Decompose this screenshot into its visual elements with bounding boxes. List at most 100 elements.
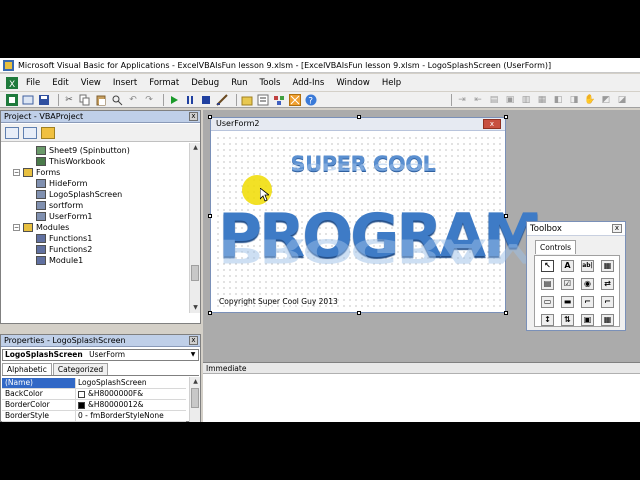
tabstrip-tool-icon[interactable]: ⌐ (581, 296, 594, 308)
property-value[interactable]: &H8000000F& (76, 389, 143, 399)
image-tool-icon[interactable]: ▣ (581, 314, 594, 326)
collapse-icon[interactable]: − (13, 224, 20, 231)
cut-icon[interactable]: ✂ (63, 94, 75, 106)
resize-handle[interactable] (357, 115, 361, 119)
menu-format[interactable]: Format (149, 78, 179, 88)
insert-userform-icon[interactable] (22, 94, 34, 106)
immediate-window[interactable]: Immediate (203, 362, 640, 422)
tree-node[interactable]: LogoSplashScreen (36, 189, 122, 200)
close-icon[interactable]: x (612, 224, 622, 233)
menu-window[interactable]: Window (336, 78, 370, 88)
run-icon[interactable] (168, 94, 180, 106)
resize-handle[interactable] (504, 214, 508, 218)
multipage-tool-icon[interactable]: ⌐ (601, 296, 614, 308)
comment-block-icon[interactable]: ▥ (520, 94, 532, 106)
toolbox-icon[interactable] (289, 93, 301, 106)
scroll-thumb[interactable] (191, 388, 199, 408)
tab-alphabetic[interactable]: Alphabetic (2, 363, 52, 375)
scroll-down-icon[interactable]: ▼ (190, 303, 201, 313)
togglebutton-tool-icon[interactable]: ⇄ (601, 278, 614, 290)
copyright-label[interactable]: Copyright Super Cool Guy 2013 (219, 297, 338, 306)
tab-controls[interactable]: Controls (535, 240, 577, 254)
textbox-tool-icon[interactable]: ab| (581, 260, 594, 272)
object-browser-icon[interactable] (273, 94, 285, 106)
userform-canvas[interactable]: SUPER COOL SUPER COOL PROGRAM PROGRAM Co… (215, 135, 543, 308)
resize-handle[interactable] (208, 311, 212, 315)
collapse-icon[interactable]: − (13, 169, 20, 176)
design-mode-icon[interactable] (216, 93, 228, 106)
quick-info-icon[interactable]: ▣ (504, 94, 516, 106)
menu-edit[interactable]: Edit (52, 78, 68, 88)
tree-node[interactable]: UserForm1 (36, 211, 92, 222)
resize-handle[interactable] (357, 311, 361, 315)
excel-menu-icon[interactable]: X (6, 76, 18, 89)
label-tool-icon[interactable]: A (561, 260, 574, 272)
property-value[interactable]: LogoSplashScreen (76, 378, 147, 388)
tree-node[interactable]: Functions1 (36, 233, 92, 244)
tree-node[interactable]: − Modules (13, 222, 69, 233)
toggle-folders-icon[interactable] (41, 126, 55, 139)
save-icon[interactable] (38, 94, 50, 106)
resize-handle[interactable] (504, 115, 508, 119)
select-objects-icon[interactable]: ↖ (541, 260, 554, 272)
close-icon[interactable]: x (483, 119, 501, 129)
uncomment-block-icon[interactable]: ▦ (536, 94, 548, 106)
scroll-up-icon[interactable]: ▲ (190, 143, 201, 153)
project-vertical-scrollbar[interactable]: ▲ ▼ (189, 143, 200, 313)
commandbutton-tool-icon[interactable]: ▬ (561, 296, 574, 308)
previous-bookmark-icon[interactable]: ◩ (600, 94, 612, 106)
property-row[interactable]: BackColor &H8000000F& (2, 389, 186, 400)
list-members-icon[interactable]: ▤ (488, 94, 500, 106)
tree-node[interactable]: Module1 (36, 255, 83, 266)
scroll-up-icon[interactable]: ▲ (190, 377, 201, 387)
optionbutton-tool-icon[interactable]: ◉ (581, 278, 594, 290)
scroll-thumb[interactable] (191, 265, 199, 281)
combobox-tool-icon[interactable]: ▦ (601, 260, 614, 272)
undo-icon[interactable]: ↶ (127, 94, 139, 106)
close-icon[interactable]: x (189, 336, 198, 345)
find-icon[interactable] (111, 94, 123, 106)
close-icon[interactable]: x (189, 112, 198, 121)
object-selector-dropdown[interactable]: LogoSplashScreen UserForm ▼ (2, 349, 199, 361)
property-row[interactable]: BorderColor &H80000012& (2, 400, 186, 411)
menu-view[interactable]: View (81, 78, 101, 88)
resize-handle[interactable] (208, 115, 212, 119)
tab-categorized[interactable]: Categorized (52, 363, 109, 375)
properties-vertical-scrollbar[interactable]: ▲ (189, 377, 200, 422)
view-code-icon[interactable] (5, 126, 19, 139)
menu-insert[interactable]: Insert (113, 78, 137, 88)
resize-handle[interactable] (208, 214, 212, 218)
project-explorer-icon[interactable] (241, 94, 253, 106)
toggle-bookmark-icon[interactable]: ◧ (552, 94, 564, 106)
userform-designer[interactable]: UserForm2 x SUPER COOL SUPER COOL PROGRA… (208, 115, 543, 315)
clear-bookmarks-icon[interactable]: ◪ (616, 94, 628, 106)
menu-tools[interactable]: Tools (260, 78, 281, 88)
tree-node[interactable]: Sheet9 (Spinbutton) (36, 145, 130, 156)
hand-icon[interactable]: ✋ (584, 94, 596, 106)
frame-tool-icon[interactable]: ▭ (541, 296, 554, 308)
properties-icon[interactable] (257, 94, 269, 106)
resize-handle[interactable] (504, 311, 508, 315)
indent-icon[interactable]: ⇥ (456, 94, 468, 106)
menu-run[interactable]: Run (231, 78, 247, 88)
view-object-icon[interactable] (23, 126, 37, 139)
listbox-tool-icon[interactable]: ▤ (541, 278, 554, 290)
paste-icon[interactable] (95, 94, 107, 106)
menu-help[interactable]: Help (382, 78, 401, 88)
tree-node[interactable]: Functions2 (36, 244, 92, 255)
outdent-icon[interactable]: ⇤ (472, 94, 484, 106)
chevron-down-icon[interactable]: ▼ (188, 350, 198, 360)
property-value[interactable]: &H80000012& (76, 400, 144, 410)
scrollbar-tool-icon[interactable]: ↕ (541, 314, 554, 326)
property-row[interactable]: BorderStyle 0 - fmBorderStyleNone (2, 411, 186, 422)
menu-file[interactable]: File (26, 78, 40, 88)
copy-icon[interactable] (79, 94, 91, 106)
spinbutton-tool-icon[interactable]: ⇅ (561, 314, 574, 326)
tree-node[interactable]: − Forms (13, 167, 60, 178)
menu-debug[interactable]: Debug (191, 78, 219, 88)
tree-node[interactable]: sortform (36, 200, 83, 211)
tree-node[interactable]: HideForm (36, 178, 87, 189)
checkbox-tool-icon[interactable]: ☑ (561, 278, 574, 290)
help-icon[interactable]: ? (305, 94, 317, 106)
reset-icon[interactable] (200, 94, 212, 106)
